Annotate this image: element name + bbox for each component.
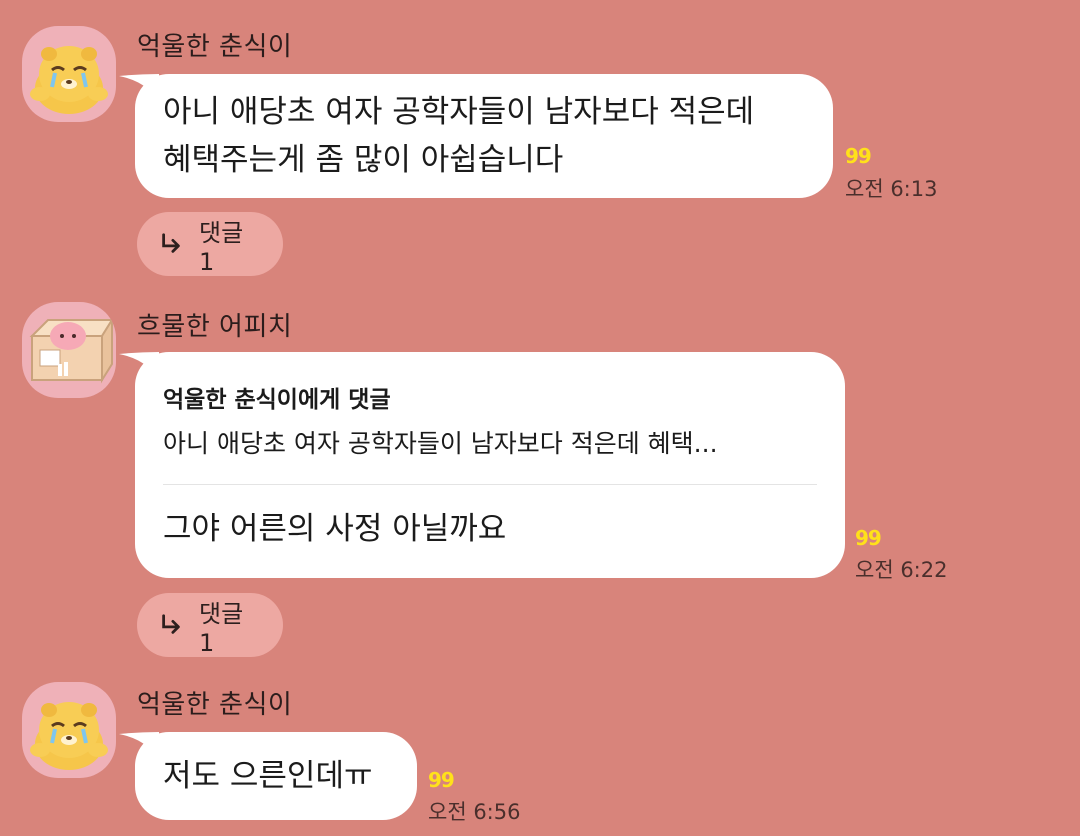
reply-count-label: 댓글 1	[199, 599, 244, 657]
unread-count: 99	[428, 768, 455, 792]
message-bubble[interactable]: 억울한 춘식이에게 댓글 아니 애당초 여자 공학자들이 남자보다 적은데 혜택…	[119, 352, 845, 578]
avatar[interactable]	[22, 26, 116, 122]
unread-count: 99	[855, 526, 882, 550]
message-time: 오전 6:56	[428, 800, 521, 824]
reply-thread-button[interactable]: 댓글 1	[137, 593, 283, 657]
message-text: 그야 어른의 사정 아닐까요	[163, 511, 507, 547]
message-bubble[interactable]: 저도 으른인데ㅠ	[119, 732, 417, 820]
message-time: 오전 6:13	[845, 177, 938, 201]
sender-name: 흐물한 어피치	[137, 312, 293, 342]
choonsik-crying-icon	[30, 702, 108, 770]
bubble-tail	[119, 352, 159, 382]
reply-arrow-icon	[162, 614, 180, 634]
divider	[163, 484, 817, 485]
message-text-line: 아니 애당초 여자 공학자들이 남자보다 적은데	[163, 94, 755, 130]
sender-name: 억울한 춘식이	[137, 32, 293, 62]
quoted-reply-text: 아니 애당초 여자 공학자들이 남자보다 적은데 혜택...	[163, 429, 718, 458]
avatar[interactable]	[22, 302, 116, 398]
reply-thread-button[interactable]: 댓글 1	[137, 212, 283, 276]
message-text-line: 혜택주는게 좀 많이 아쉽습니다	[163, 142, 564, 178]
message-time: 오전 6:22	[855, 558, 948, 582]
choonsik-crying-icon	[30, 46, 108, 114]
apeach-in-box-icon	[29, 316, 114, 384]
sender-name: 억울한 춘식이	[137, 690, 293, 720]
bubble-tail	[119, 732, 159, 762]
message-bubble[interactable]: 아니 애당초 여자 공학자들이 남자보다 적은데 혜택주는게 좀 많이 아쉽습니…	[119, 74, 833, 198]
reply-arrow-icon	[162, 233, 180, 253]
bubble-tail	[119, 74, 159, 104]
reply-count-label: 댓글 1	[199, 218, 244, 276]
avatar[interactable]	[22, 682, 116, 778]
message-text: 저도 으른인데ㅠ	[163, 758, 373, 794]
quoted-reply-title: 억울한 춘식이에게 댓글	[163, 387, 391, 413]
unread-count: 99	[845, 144, 872, 168]
